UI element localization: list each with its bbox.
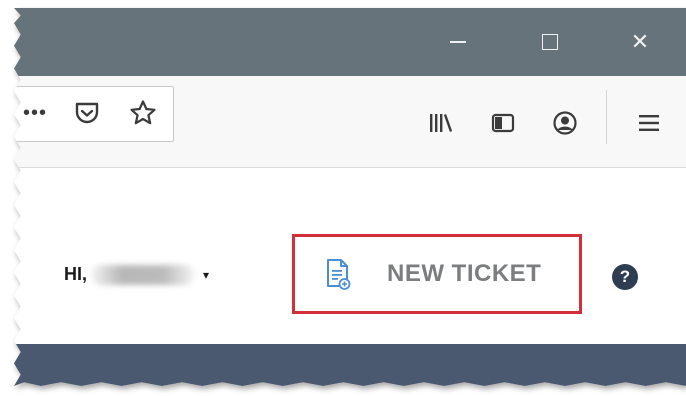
screenshot-frame: ✕ ••• HI, ▾ NEW TICKET ? xyxy=(0,0,686,396)
maximize-button[interactable] xyxy=(532,26,568,58)
redacted-username xyxy=(91,264,196,285)
new-document-icon xyxy=(327,259,351,290)
help-button[interactable]: ? xyxy=(612,264,638,290)
more-actions-button[interactable]: ••• xyxy=(18,96,52,130)
sidebar-icon xyxy=(491,113,515,133)
new-ticket-button[interactable]: NEW TICKET xyxy=(292,234,582,314)
title-bar: ✕ xyxy=(14,8,686,76)
pocket-button[interactable] xyxy=(70,96,104,130)
maximize-icon xyxy=(542,34,558,50)
account-button[interactable] xyxy=(548,106,582,140)
new-ticket-label: NEW TICKET xyxy=(387,260,542,287)
help-icon: ? xyxy=(619,267,631,286)
library-button[interactable] xyxy=(424,106,458,140)
account-icon xyxy=(553,111,577,135)
library-icon xyxy=(430,114,453,132)
more-icon: ••• xyxy=(22,101,47,124)
browser-window: ✕ ••• HI, ▾ NEW TICKET ? xyxy=(14,8,686,386)
minimize-button[interactable] xyxy=(440,26,476,58)
chevron-down-icon[interactable]: ▾ xyxy=(203,268,209,282)
sidebar-toggle-button[interactable] xyxy=(486,106,520,140)
pocket-icon xyxy=(75,102,99,124)
close-button[interactable]: ✕ xyxy=(622,26,658,58)
app-nav-bar xyxy=(14,344,686,386)
user-greeting[interactable]: HI, ▾ xyxy=(64,264,209,285)
hamburger-menu-button[interactable] xyxy=(632,106,666,140)
torn-paper-sheet: ✕ ••• HI, ▾ NEW TICKET ? xyxy=(14,8,686,386)
page-header: HI, ▾ NEW TICKET ? xyxy=(14,168,686,348)
browser-toolbar: ••• xyxy=(14,76,686,168)
minimize-icon xyxy=(450,41,466,43)
bookmark-star-button[interactable] xyxy=(126,96,160,130)
greeting-text: HI, xyxy=(64,264,88,284)
hamburger-menu-icon xyxy=(639,115,659,131)
close-icon: ✕ xyxy=(630,29,650,55)
star-icon xyxy=(130,100,156,125)
toolbar-separator xyxy=(606,90,607,144)
